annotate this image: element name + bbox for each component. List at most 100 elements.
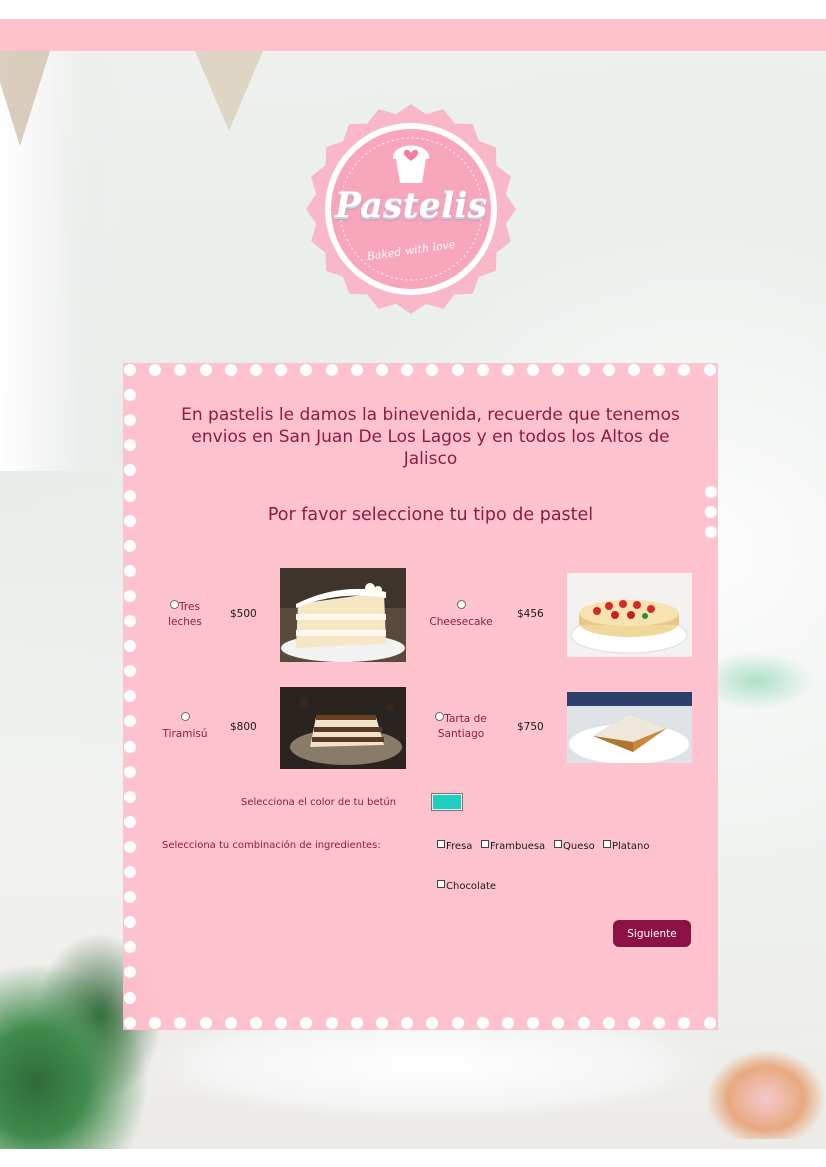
dotted-border-top (123, 363, 718, 377)
border-dot (224, 1017, 237, 1029)
cake-name: Cheesecake (429, 616, 493, 628)
border-dot (124, 640, 136, 653)
border-dot (124, 439, 136, 452)
border-dot (124, 514, 136, 527)
border-dot (451, 364, 464, 376)
border-dot (577, 1017, 590, 1029)
ingredient-option-fresa[interactable]: Fresa (437, 840, 472, 852)
checkbox[interactable] (437, 840, 445, 848)
brand-logo: Pastelis Baked with love (305, 103, 517, 315)
border-dot (376, 364, 388, 376)
border-dot (376, 1017, 388, 1029)
next-button[interactable]: Siguiente (613, 920, 691, 947)
border-dot (124, 665, 136, 678)
cake-price: $500 (230, 608, 257, 620)
ingredient-option-queso[interactable]: Queso (554, 840, 595, 852)
ingredient-label: Fresa (446, 841, 473, 852)
border-dot (250, 1017, 262, 1029)
border-dot (602, 1017, 615, 1029)
ingredient-label: Frambuesa (490, 841, 546, 852)
border-dot (502, 364, 514, 376)
logo-wordmark: Pastelis (334, 185, 488, 226)
cake-option-tarta-de-santiago[interactable]: Tarta de Santiago (428, 712, 494, 742)
border-dot (426, 364, 439, 376)
cake-photo-tres-leches (280, 568, 406, 662)
cake-option-tiramisu[interactable]: Tiramisú (157, 712, 213, 742)
border-dot (124, 539, 136, 552)
cake-photo-tarta-de-santiago (567, 692, 692, 763)
dotted-border-bottom (123, 1016, 718, 1030)
border-dot (577, 364, 590, 376)
border-dot (124, 364, 136, 376)
border-dot (602, 364, 615, 376)
border-dot (653, 1017, 666, 1029)
border-dot (527, 364, 540, 376)
cake-price: $750 (517, 721, 544, 733)
border-dot (124, 840, 136, 853)
border-dot (224, 364, 237, 376)
color-swatch-fill (433, 795, 461, 809)
border-dot (124, 941, 136, 954)
dotted-border-left (123, 363, 137, 1030)
ingredient-option-platano[interactable]: Platano (603, 840, 649, 852)
border-dot (703, 1017, 716, 1029)
border-dot (124, 389, 136, 402)
border-dot (124, 464, 136, 477)
border-dot (124, 891, 136, 904)
ingredient-option-frambuesa[interactable]: Frambuesa (481, 840, 545, 852)
border-dot (124, 589, 136, 602)
ingredient-label: Queso (563, 841, 595, 852)
border-dot (552, 364, 565, 376)
frosting-color-picker[interactable] (431, 793, 463, 811)
welcome-message: En pastelis le damos la binevenida, recu… (181, 405, 680, 469)
border-dot (527, 1017, 540, 1029)
border-dot (476, 1017, 489, 1029)
cake-name: Tarta de Santiago (437, 713, 487, 740)
bunting-flag (195, 51, 263, 131)
cake-price: $800 (230, 721, 257, 733)
checkbox[interactable] (481, 840, 489, 848)
border-dot (124, 765, 136, 778)
checkbox[interactable] (554, 840, 562, 848)
border-dot (628, 1017, 640, 1029)
cake-photo-tiramisu (280, 687, 406, 769)
border-dot (124, 615, 136, 627)
cake-option-tres-leches[interactable]: Tres leches (157, 600, 213, 630)
plate-decoration (150, 1029, 710, 1119)
border-dot (426, 1017, 439, 1029)
border-dot (300, 364, 313, 376)
ingredient-option-chocolate[interactable]: Chocolate (437, 880, 496, 892)
border-dot (124, 489, 136, 502)
border-dot (124, 690, 136, 703)
border-dot (350, 364, 363, 376)
ingredient-label: Chocolate (446, 881, 497, 892)
border-dot (124, 740, 136, 753)
border-dot (124, 564, 136, 577)
radio-button[interactable] (456, 600, 466, 609)
border-dot (124, 414, 136, 427)
border-dot (174, 364, 187, 376)
border-dot (149, 1017, 162, 1029)
cake-option-cheesecake[interactable]: Cheesecake (428, 600, 494, 630)
border-dot (502, 1017, 514, 1029)
ingredients-label: Selecciona tu combinación de ingrediente… (162, 840, 381, 851)
border-dot (124, 815, 136, 828)
ingredient-label: Platano (612, 841, 650, 852)
border-dot (401, 364, 414, 376)
border-dot (678, 364, 691, 376)
border-dot (199, 1017, 212, 1029)
border-dot (653, 364, 666, 376)
radio-button[interactable] (180, 712, 190, 721)
border-dot (124, 866, 136, 878)
border-dot (552, 1017, 565, 1029)
checkbox[interactable] (437, 880, 445, 888)
border-dot (124, 991, 136, 1004)
frosting-color-label: Selecciona el color de tu betún (241, 797, 397, 808)
border-dot (476, 364, 489, 376)
border-dot (705, 486, 717, 498)
order-form-card: En pastelis le damos la binevenida, recu… (123, 363, 718, 1030)
radio-button[interactable] (170, 600, 180, 609)
radio-button[interactable] (435, 712, 445, 721)
checkbox[interactable] (603, 840, 611, 848)
border-dot (628, 364, 640, 376)
